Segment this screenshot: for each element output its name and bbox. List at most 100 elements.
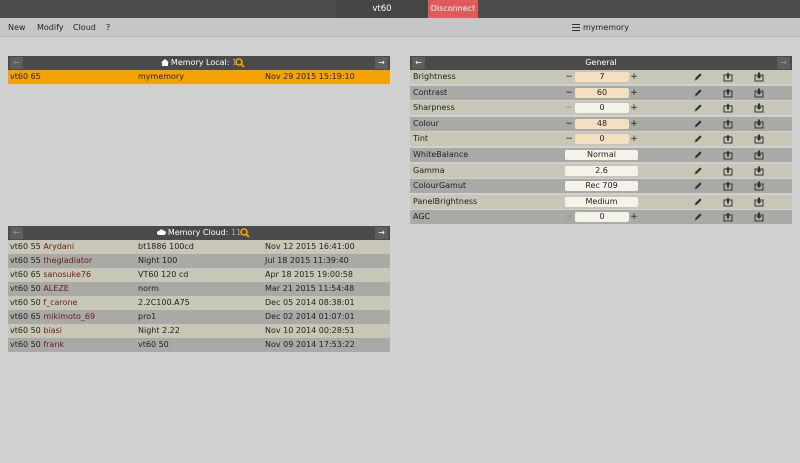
- row-date: Nov 10 2014 00:28:51: [265, 326, 355, 335]
- upload-icon[interactable]: [723, 103, 733, 113]
- setting-value[interactable]: 60: [575, 87, 629, 98]
- arrow-right-icon[interactable]: →: [375, 57, 388, 69]
- menu-cloud[interactable]: Cloud: [73, 18, 96, 37]
- cloud-icon: [156, 229, 166, 235]
- setting-row-colourgamut: ColourGamut Rec 709: [410, 179, 792, 194]
- setting-select[interactable]: 2.6: [565, 165, 638, 176]
- increment-button[interactable]: +: [630, 70, 638, 84]
- setting-value[interactable]: 0: [575, 134, 629, 145]
- decrement-button[interactable]: −: [565, 101, 573, 115]
- row-user: biasi: [43, 326, 62, 335]
- current-memory[interactable]: mymemory: [572, 18, 629, 37]
- row-model: vt60 65: [10, 270, 41, 279]
- pencil-icon[interactable]: [693, 72, 703, 82]
- memory-cloud-label: Memory Cloud:: [167, 228, 229, 237]
- upload-icon[interactable]: [723, 72, 733, 82]
- cloud-row[interactable]: vt60 50 f_carone 2.2C100.A75 Dec 05 2014…: [8, 296, 390, 310]
- pencil-icon[interactable]: [693, 150, 703, 160]
- download-icon[interactable]: [754, 197, 764, 207]
- pencil-icon[interactable]: [693, 181, 703, 191]
- setting-value[interactable]: 7: [575, 72, 629, 82]
- decrement-button[interactable]: −: [565, 210, 573, 224]
- download-icon[interactable]: [754, 181, 764, 191]
- download-icon[interactable]: [754, 103, 764, 113]
- setting-label: Tint: [413, 134, 429, 144]
- pencil-icon[interactable]: [693, 212, 703, 222]
- search-icon[interactable]: [240, 228, 250, 238]
- download-icon[interactable]: [754, 150, 764, 160]
- setting-row-panelbrightness: PanelBrightness Medium: [410, 194, 792, 209]
- cloud-row[interactable]: vt60 50 biasi Night 2.22 Nov 10 2014 00:…: [8, 324, 390, 338]
- setting-select[interactable]: Medium: [565, 196, 638, 207]
- download-icon[interactable]: [754, 88, 764, 98]
- cloud-row[interactable]: vt60 50 ALEZE norm Mar 21 2015 11:54:48: [8, 282, 390, 296]
- search-icon[interactable]: [235, 58, 245, 68]
- row-user: ALEZE: [43, 284, 69, 293]
- upload-icon[interactable]: [723, 212, 733, 222]
- window-title: vt60: [336, 0, 428, 18]
- cloud-row[interactable]: vt60 65 sanosuke76 VT60 120 cd Apr 18 20…: [8, 268, 390, 282]
- download-icon[interactable]: [754, 166, 764, 176]
- memory-local-row[interactable]: vt60 65 mymemory Nov 29 2015 15:19:10: [8, 70, 390, 84]
- upload-icon[interactable]: [723, 134, 733, 144]
- setting-select[interactable]: Rec 709: [565, 181, 638, 192]
- menu-bar: New Modify Cloud ? mymemory: [0, 18, 800, 37]
- cloud-row[interactable]: vt60 50 frank vt60 50 Nov 09 2014 17:53:…: [8, 338, 390, 352]
- download-icon[interactable]: [754, 212, 764, 222]
- decrement-button[interactable]: −: [565, 132, 573, 146]
- download-icon[interactable]: [754, 72, 764, 82]
- setting-value[interactable]: 0: [575, 103, 629, 114]
- cloud-row[interactable]: vt60 55 thegladiator Night 100 Jul 18 20…: [8, 254, 390, 268]
- upload-icon[interactable]: [723, 197, 733, 207]
- disconnect-button[interactable]: Disconnect: [428, 0, 478, 18]
- menu-new[interactable]: New: [8, 18, 25, 37]
- upload-icon[interactable]: [723, 166, 733, 176]
- arrow-right-icon[interactable]: →: [375, 227, 388, 239]
- decrement-button[interactable]: −: [565, 70, 573, 84]
- increment-button[interactable]: +: [630, 117, 638, 131]
- setting-row-colour: Colour −48 +: [410, 116, 792, 131]
- arrow-right-icon[interactable]: →: [777, 57, 790, 69]
- row-date: Nov 12 2015 16:41:00: [265, 242, 355, 251]
- setting-select[interactable]: Normal: [565, 150, 638, 160]
- increment-button[interactable]: +: [630, 86, 638, 100]
- upload-icon[interactable]: [723, 88, 733, 98]
- row-name: Night 100: [138, 256, 178, 265]
- download-icon[interactable]: [754, 119, 764, 129]
- title-bar: vt60 Disconnect: [0, 0, 800, 18]
- menu-help[interactable]: ?: [106, 18, 110, 37]
- row-user: mikimoto_69: [43, 312, 96, 321]
- decrement-button[interactable]: −: [565, 86, 573, 100]
- pencil-icon[interactable]: [693, 197, 703, 207]
- upload-icon[interactable]: [723, 181, 733, 191]
- increment-button[interactable]: +: [630, 101, 638, 115]
- row-date: Nov 09 2014 17:53:22: [265, 340, 355, 349]
- setting-label: Sharpness: [413, 103, 455, 113]
- row-name: 2.2C100.A75: [138, 298, 190, 307]
- increment-button[interactable]: +: [630, 132, 638, 146]
- setting-row-gamma: Gamma 2.6: [410, 163, 792, 178]
- menu-modify[interactable]: Modify: [37, 18, 64, 37]
- cloud-row[interactable]: vt60 55 Arydani bt1886 100cd Nov 12 2015…: [8, 240, 390, 254]
- setting-value[interactable]: 48: [575, 118, 629, 129]
- download-icon[interactable]: [754, 134, 764, 144]
- pencil-icon[interactable]: [693, 134, 703, 144]
- upload-icon[interactable]: [723, 150, 733, 160]
- upload-icon[interactable]: [723, 119, 733, 129]
- pencil-icon[interactable]: [693, 166, 703, 176]
- row-name: bt1886 100cd: [138, 242, 194, 251]
- pencil-icon[interactable]: [693, 88, 703, 98]
- memory-cloud-header: ← Memory Cloud: 11 →: [8, 226, 390, 240]
- decrement-button[interactable]: −: [565, 117, 573, 131]
- increment-button[interactable]: +: [630, 210, 638, 224]
- cloud-row[interactable]: vt60 65 mikimoto_69 pro1 Dec 02 2014 01:…: [8, 310, 390, 324]
- setting-value[interactable]: 0: [575, 212, 629, 223]
- setting-row-brightness: Brightness −7 +: [410, 70, 792, 84]
- pencil-icon[interactable]: [693, 103, 703, 113]
- memory-local-title: Memory Local: 1: [8, 56, 390, 70]
- pencil-icon[interactable]: [693, 119, 703, 129]
- current-memory-name: mymemory: [583, 23, 629, 32]
- row-name: norm: [138, 284, 159, 293]
- row-date: Dec 02 2014 01:07:01: [265, 312, 355, 321]
- setting-label: ColourGamut: [413, 181, 467, 191]
